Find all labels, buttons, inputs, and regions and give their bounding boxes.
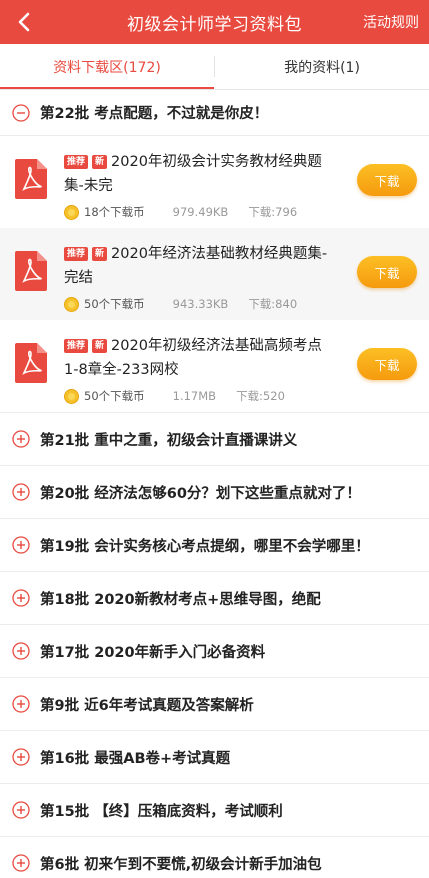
- batch-title: 第6批 初来乍到不要慌,初级会计新手加油包: [40, 856, 322, 873]
- expand-plus-icon: [12, 854, 30, 872]
- batch-title: 第15批 【终】压箱底资料，考试顺利: [40, 803, 283, 820]
- batch-header[interactable]: 第18批 2020新教材考点+思维导图，绝配: [0, 572, 429, 625]
- file-downloads: 下载:796: [248, 205, 298, 219]
- pdf-file-icon: [15, 343, 47, 383]
- recommend-badge: 推荐: [64, 339, 89, 353]
- recommend-badge: 推荐: [64, 247, 89, 261]
- expand-plus-icon: [12, 483, 30, 501]
- file-meta: 50个下载币 943.33KB 下载:840: [64, 296, 334, 312]
- file-cost: 18个下载币: [84, 205, 145, 219]
- new-badge: 新: [92, 339, 108, 353]
- chevron-left-icon: [18, 12, 30, 32]
- file-title-line: 推荐新 2020年经济法基础教材经典题集-完结: [64, 242, 334, 290]
- file-meta: 50个下载币 1.17MB 下载:520: [64, 388, 334, 404]
- batch-title: 第16批 最强AB卷+考试真题: [40, 750, 231, 767]
- batch-title: 第22批 考点配题，不过就是你皮！: [40, 106, 269, 122]
- pdf-file-icon: [15, 159, 47, 199]
- back-button[interactable]: [8, 6, 40, 38]
- expand-plus-icon: [12, 430, 30, 448]
- file-size: 943.33KB: [172, 297, 229, 311]
- app-header: 初级会计师学习资料包 活动规则: [0, 0, 429, 44]
- batch-list: 第21批 重中之重，初级会计直播课讲义 第20批 经济法怎够60分？划下这些重点…: [0, 413, 429, 878]
- file-info: 推荐新 2020年初级会计实务教材经典题集-未完 18个下载币 979.49KB …: [64, 136, 334, 220]
- file-title-line: 推荐新 2020年初级会计实务教材经典题集-未完: [64, 150, 334, 198]
- expand-plus-icon: [12, 695, 30, 713]
- expand-plus-icon: [12, 536, 30, 554]
- batch-header[interactable]: 第17批 2020年新手入门必备资料: [0, 625, 429, 678]
- coin-icon: [64, 388, 79, 404]
- expand-plus-icon: [12, 801, 30, 819]
- batch-title: 第17批 2020年新手入门必备资料: [40, 644, 266, 661]
- pdf-file-icon: [15, 251, 47, 291]
- batch-header[interactable]: 第9批 近6年考试真题及答案解析: [0, 678, 429, 731]
- download-button[interactable]: 下载: [357, 348, 417, 380]
- file-meta: 18个下载币 979.49KB 下载:796: [64, 204, 334, 220]
- file-title-line: 推荐新 2020年初级经济法基础高频考点1-8章全-233网校: [64, 334, 334, 382]
- rules-link[interactable]: 活动规则: [363, 12, 419, 32]
- batch-header[interactable]: 第21批 重中之重，初级会计直播课讲义: [0, 413, 429, 466]
- batch-title: 第9批 近6年考试真题及答案解析: [40, 697, 254, 714]
- coin-icon: [64, 296, 79, 312]
- new-badge: 新: [92, 155, 108, 169]
- file-cost: 50个下载币: [84, 297, 145, 311]
- batch-title: 第19批 会计实务核心考点提纲，哪里不会学哪里！: [40, 538, 370, 555]
- file-downloads: 下载:520: [236, 389, 285, 403]
- file-size: 979.49KB: [172, 205, 229, 219]
- batch-header[interactable]: 第20批 经济法怎够60分？划下这些重点就对了！: [0, 466, 429, 519]
- file-info: 推荐新 2020年经济法基础教材经典题集-完结 50个下载币 943.33KB 下…: [64, 228, 334, 312]
- batch-header[interactable]: 第19批 会计实务核心考点提纲，哪里不会学哪里！: [0, 519, 429, 572]
- tab-my-materials[interactable]: 我的资料(1): [215, 44, 429, 89]
- batch-header[interactable]: 第22批 考点配题，不过就是你皮！: [0, 90, 429, 136]
- expand-plus-icon: [12, 642, 30, 660]
- file-downloads: 下载:840: [248, 297, 298, 311]
- collapse-minus-icon: [12, 103, 30, 122]
- page-title: 初级会计师学习资料包: [127, 14, 302, 35]
- file-info: 推荐新 2020年初级经济法基础高频考点1-8章全-233网校 50个下载币 1.…: [64, 320, 334, 404]
- batch-header[interactable]: 第16批 最强AB卷+考试真题: [0, 731, 429, 784]
- batch-group-open: 第22批 考点配题，不过就是你皮！ 推荐新 2020年初级会计实务教材经典题集-未…: [0, 90, 429, 413]
- download-button[interactable]: 下载: [357, 256, 417, 288]
- recommend-badge: 推荐: [64, 155, 89, 169]
- tab-bar: 资料下载区(172) 我的资料(1): [0, 44, 429, 90]
- expand-plus-icon: [12, 748, 30, 766]
- expand-plus-icon: [12, 589, 30, 607]
- coin-icon: [64, 204, 79, 220]
- batch-title: 第18批 2020新教材考点+思维导图，绝配: [40, 591, 321, 608]
- new-badge: 新: [92, 247, 108, 261]
- tab-download-area[interactable]: 资料下载区(172): [0, 44, 214, 89]
- file-size: 1.17MB: [172, 389, 217, 403]
- batch-title: 第20批 经济法怎够60分？划下这些重点就对了！: [40, 485, 361, 502]
- file-item[interactable]: 推荐新 2020年初级会计实务教材经典题集-未完 18个下载币 979.49KB …: [0, 136, 429, 228]
- download-button[interactable]: 下载: [357, 164, 417, 196]
- file-item[interactable]: 推荐新 2020年初级经济法基础高频考点1-8章全-233网校 50个下载币 1.…: [0, 320, 429, 412]
- batch-header[interactable]: 第15批 【终】压箱底资料，考试顺利: [0, 784, 429, 837]
- file-cost: 50个下载币: [84, 389, 145, 403]
- file-item[interactable]: 推荐新 2020年经济法基础教材经典题集-完结 50个下载币 943.33KB 下…: [0, 228, 429, 320]
- batch-title: 第21批 重中之重，初级会计直播课讲义: [40, 432, 298, 449]
- batch-header[interactable]: 第6批 初来乍到不要慌,初级会计新手加油包: [0, 837, 429, 878]
